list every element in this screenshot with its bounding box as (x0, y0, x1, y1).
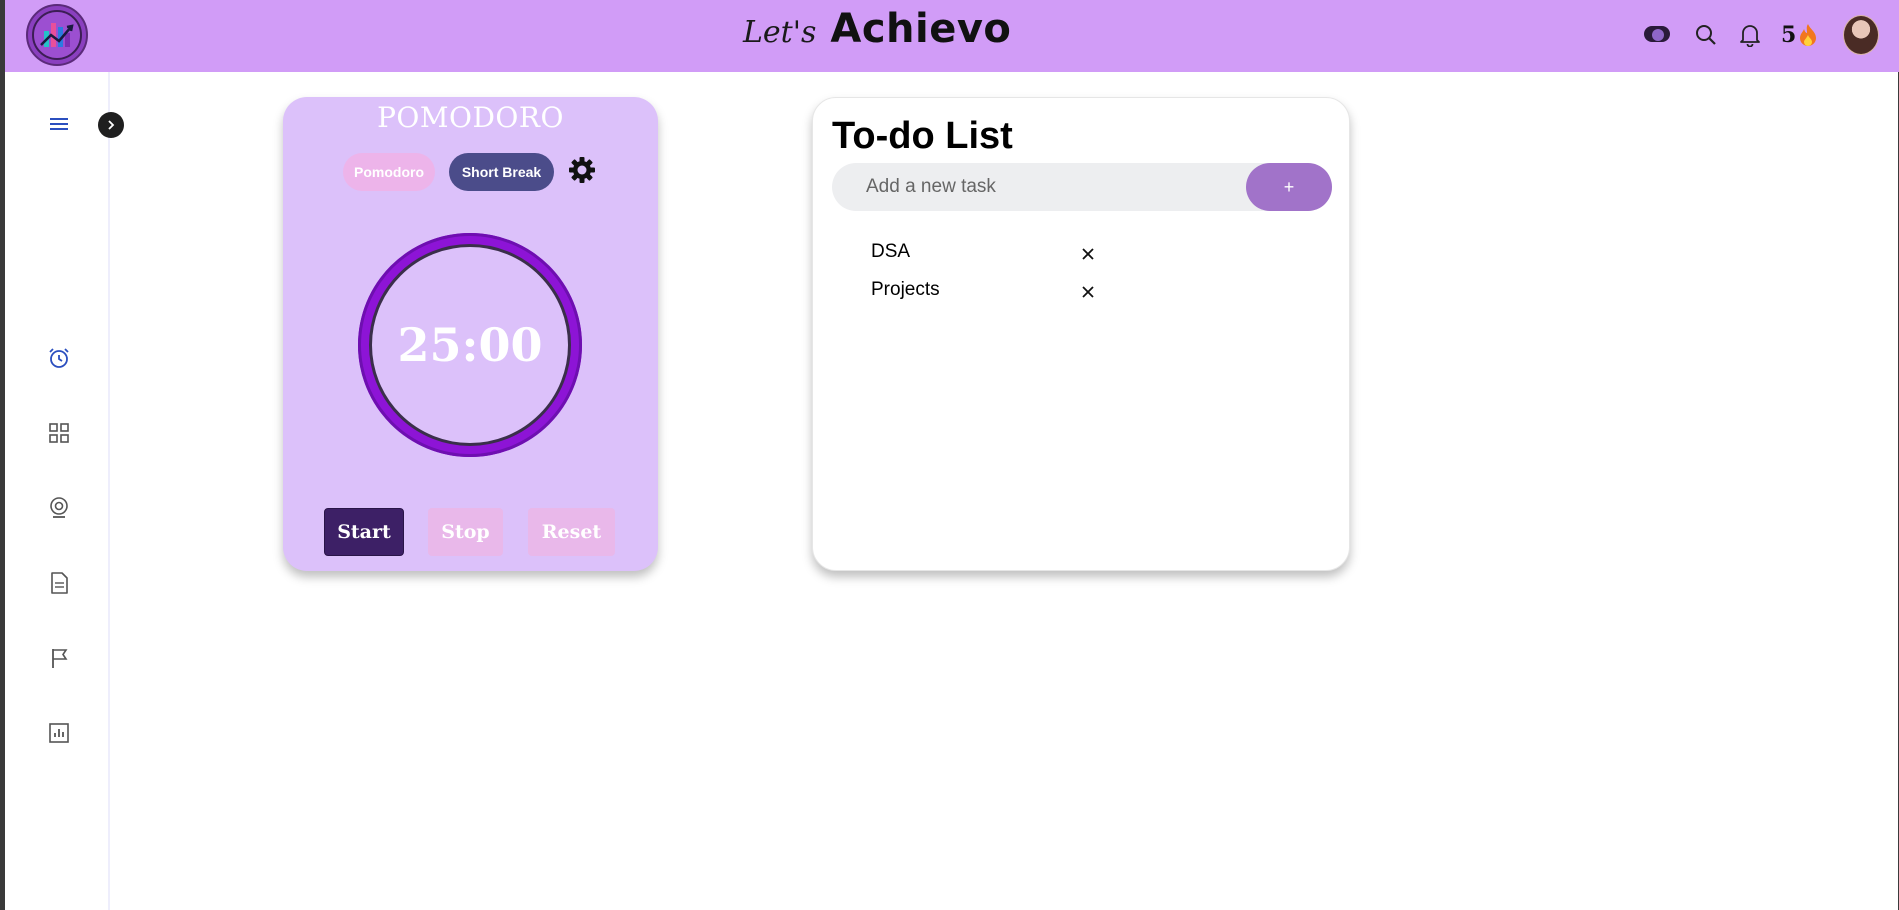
toggle-icon[interactable] (1643, 24, 1671, 44)
document-icon[interactable] (45, 569, 73, 597)
task-input[interactable] (866, 163, 1236, 211)
add-task-button[interactable]: + (1246, 163, 1332, 211)
mode-short-break-button[interactable]: Short Break (449, 153, 554, 191)
logo-chart-icon (32, 10, 82, 60)
delete-task-icon[interactable] (1077, 243, 1099, 265)
mode-pomodoro-button[interactable]: Pomodoro (343, 153, 435, 191)
menu-icon[interactable] (45, 110, 73, 138)
gear-icon[interactable] (567, 155, 597, 185)
sidebar-expand-button[interactable] (98, 112, 124, 138)
list-item: DSA (871, 241, 1231, 269)
pomodoro-card: POMODORO Pomodoro Short Break 25:00 Star… (283, 97, 658, 571)
start-button[interactable]: Start (324, 508, 404, 556)
top-header: Let's Achievo 5 (5, 0, 1899, 72)
todo-card: To-do List + DSA Projects (812, 97, 1350, 571)
task-input-wrapper: + (832, 163, 1332, 211)
list-item: Projects (871, 279, 1231, 307)
brand-prefix: Let's (743, 15, 817, 50)
streak-counter[interactable]: 5 (1781, 20, 1818, 50)
grid-icon[interactable] (45, 419, 73, 447)
timer-display: 25:00 (397, 318, 543, 372)
task-label: DSA (871, 241, 911, 262)
fire-icon (1800, 24, 1817, 46)
sidebar (5, 72, 110, 910)
app-logo[interactable] (26, 4, 88, 66)
timer-ring: 25:00 (358, 233, 582, 457)
task-label: Projects (871, 279, 940, 300)
pomodoro-title: POMODORO (377, 101, 564, 134)
reset-button[interactable]: Reset (528, 508, 615, 556)
brand-title: Let's Achievo (743, 6, 1011, 62)
flag-icon[interactable] (45, 644, 73, 672)
chevron-right-icon (108, 120, 115, 130)
streak-count: 5 (1781, 22, 1797, 48)
delete-task-icon[interactable] (1077, 281, 1099, 303)
timer-face: 25:00 (369, 244, 571, 446)
bell-icon[interactable] (1737, 22, 1763, 48)
bar-chart-icon[interactable] (45, 719, 73, 747)
webcam-icon[interactable] (45, 494, 73, 522)
search-icon[interactable] (1693, 22, 1719, 48)
avatar[interactable] (1843, 15, 1879, 55)
brand-name: Achievo (830, 6, 1012, 52)
alarm-clock-icon[interactable] (45, 344, 73, 372)
todo-title: To-do List (832, 115, 1013, 157)
stop-button[interactable]: Stop (428, 508, 503, 556)
